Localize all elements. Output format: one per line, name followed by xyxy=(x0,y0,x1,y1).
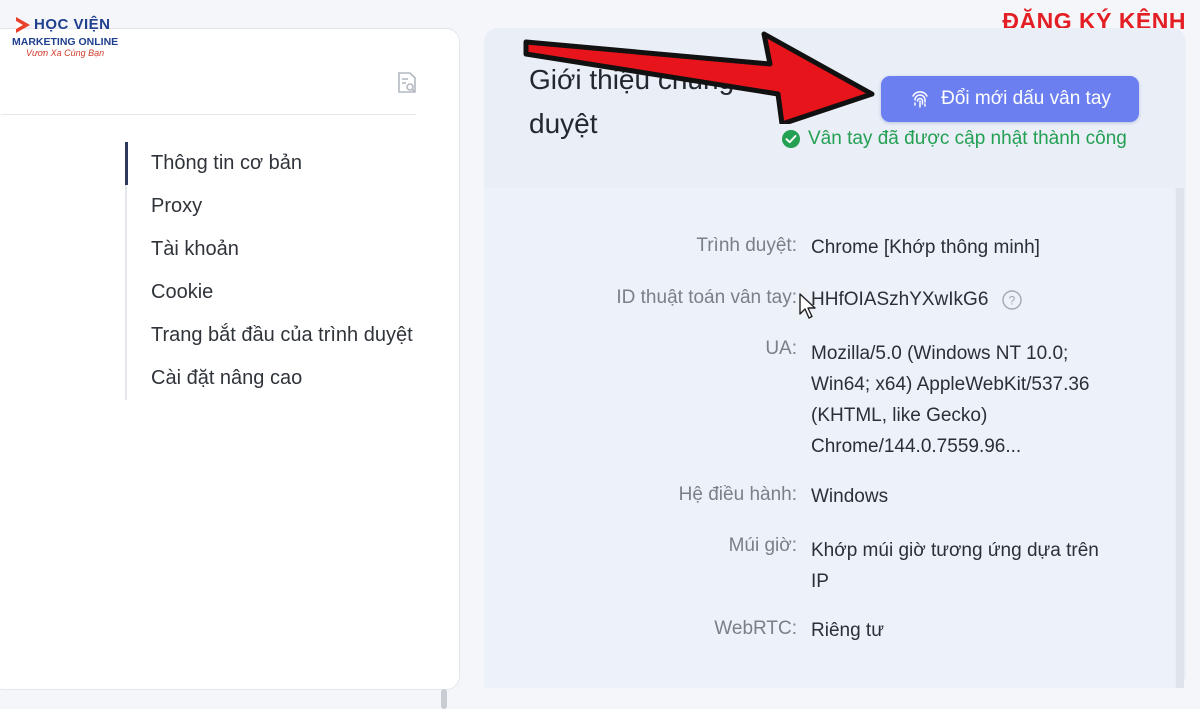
logo-line3: Vươn Xa Cùng Bạn xyxy=(26,48,105,58)
info-label: Trình duyệt: xyxy=(696,235,797,256)
info-value: Chrome [Khớp thông minh] xyxy=(811,237,1040,258)
svg-text:?: ? xyxy=(1008,293,1015,307)
info-label: WebRTC: xyxy=(714,618,797,639)
nav-item-cookie[interactable]: Cookie xyxy=(127,271,447,314)
mouse-cursor-icon xyxy=(799,293,816,319)
info-value: Windows xyxy=(811,486,889,507)
info-value: Riêng tư xyxy=(811,620,884,641)
fingerprint-id-value: HHfOIASzhYXwIkG6 xyxy=(811,289,989,310)
info-value: Khớp múi giờ tương ứng dựa trên IP xyxy=(811,540,1099,592)
info-value-wrapper: HHfOIASzhYXwIkG6 ? xyxy=(811,287,1121,313)
nav-item-start-page[interactable]: Trang bắt đầu của trình duyệt xyxy=(127,314,447,357)
nav-item-basic-info[interactable]: Thông tin cơ bản xyxy=(125,142,447,185)
info-label: Hệ điều hành: xyxy=(678,484,797,505)
settings-nav: Thông tin cơ bản Proxy Tài khoản Cookie … xyxy=(125,142,447,400)
nav-item-account[interactable]: Tài khoản xyxy=(127,228,447,271)
success-message: Vân tay đã được cập nhật thành công xyxy=(781,128,1127,150)
fingerprint-icon xyxy=(912,91,928,108)
success-message-text: Vân tay đã được cập nhật thành công xyxy=(808,128,1127,149)
red-arrow-annotation xyxy=(523,31,875,124)
channel-logo: HỌC VIỆN MARKETING ONLINE Vươn Xa Cùng B… xyxy=(12,14,132,60)
logo-line2: MARKETING ONLINE xyxy=(12,36,119,48)
info-label: UA: xyxy=(765,338,797,359)
nav-item-advanced-settings[interactable]: Cài đặt nâng cao xyxy=(127,357,447,400)
logo-line1: HỌC VIỆN xyxy=(34,16,111,33)
check-circle-icon xyxy=(782,130,800,148)
refresh-fingerprint-button[interactable]: Đổi mới dấu vân tay xyxy=(881,76,1139,122)
right-scrollbar[interactable] xyxy=(1176,188,1184,688)
document-search-icon[interactable] xyxy=(396,71,418,95)
help-circle-icon[interactable]: ? xyxy=(1001,290,1022,310)
browser-overview-panel: Giới thiệu chung về trình duyệt Đổi mới … xyxy=(484,28,1186,688)
info-value: Mozilla/5.0 (Windows NT 10.0; Win64; x64… xyxy=(811,343,1090,457)
play-logo-icon xyxy=(16,17,30,33)
settings-sidebar-panel: Thông tin cơ bản Proxy Tài khoản Cookie … xyxy=(0,28,460,709)
left-divider xyxy=(1,114,416,115)
info-label: Múi giờ: xyxy=(728,535,797,556)
nav-item-proxy[interactable]: Proxy xyxy=(127,185,447,228)
info-label: ID thuật toán vân tay: xyxy=(616,287,797,308)
left-scrollbar[interactable] xyxy=(441,689,447,709)
refresh-fingerprint-label: Đổi mới dấu vân tay xyxy=(941,88,1111,109)
